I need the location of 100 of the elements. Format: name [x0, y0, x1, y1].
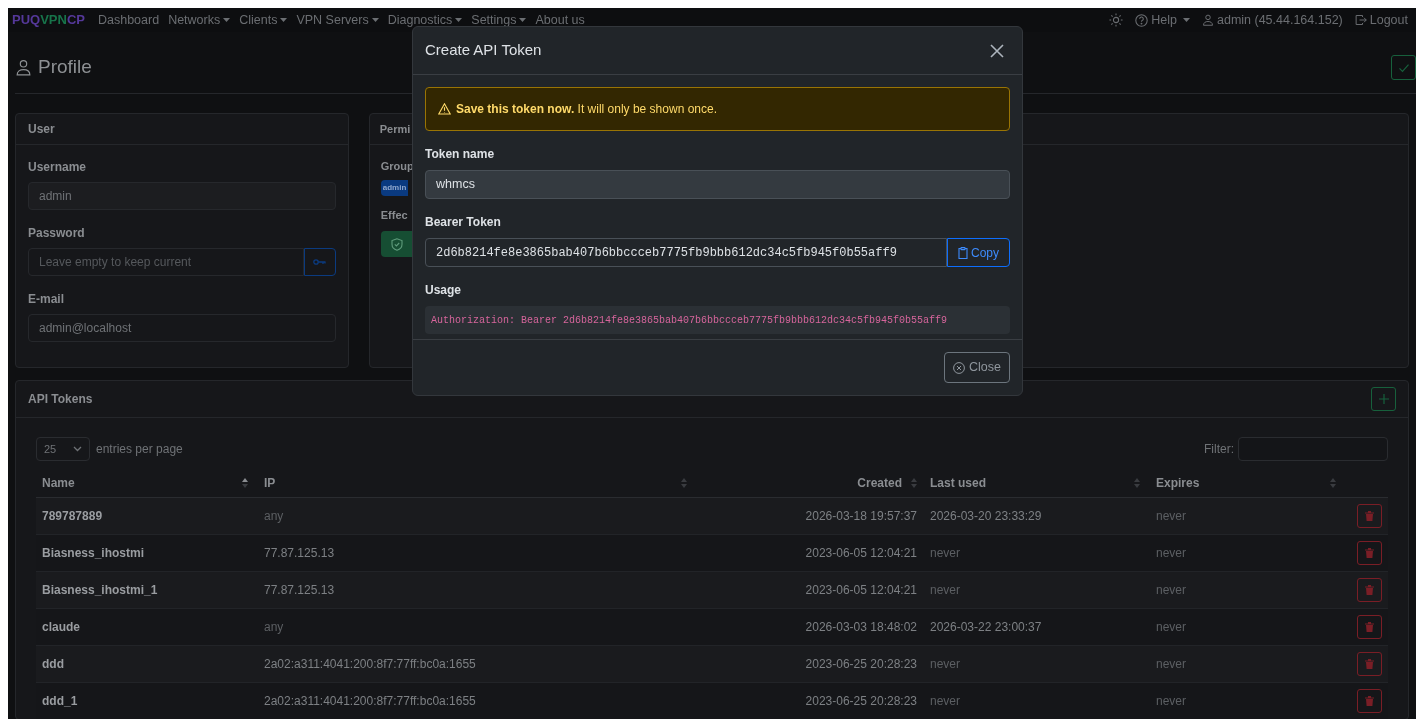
- table-cell-text: never: [1156, 693, 1187, 710]
- table-cell-text: 77.87.125.13: [264, 545, 335, 562]
- sun-icon[interactable]: [1109, 13, 1124, 27]
- delete-button[interactable]: [1357, 578, 1382, 602]
- field-label: Password: [28, 225, 86, 242]
- page-title: Profile: [38, 55, 92, 80]
- column-header[interactable]: Name: [42, 473, 75, 492]
- close-icon[interactable]: [990, 43, 1004, 58]
- trash-icon: [1365, 659, 1374, 669]
- nav-link[interactable]: Clients: [239, 10, 288, 30]
- field-label: Usage: [425, 282, 463, 299]
- caret-icon: [1183, 18, 1190, 22]
- warning-icon: [438, 103, 451, 115]
- table-cell-text: never: [930, 582, 961, 599]
- clipboard-icon: [958, 246, 968, 259]
- person-icon: [1202, 14, 1214, 26]
- nav-link[interactable]: Dashboard: [97, 10, 160, 30]
- column-header[interactable]: IP: [264, 473, 276, 492]
- nav-link[interactable]: Networks: [168, 10, 231, 30]
- token-name: Biasness_ihostmi: [42, 545, 145, 562]
- table-cell-text: 2026-03-20 23:33:29: [930, 508, 1042, 525]
- chevron-down-icon: [73, 446, 82, 452]
- table-cell-text: 2026-03-22 23:00:37: [930, 619, 1042, 636]
- save-button[interactable]: [1391, 55, 1416, 80]
- shield-icon: [390, 237, 403, 251]
- table-cell-text: never: [1156, 545, 1187, 562]
- field-label: Username: [28, 159, 88, 176]
- nav-link[interactable]: VPN Servers: [296, 10, 379, 30]
- table-cell-text: 77.87.125.13: [264, 582, 335, 599]
- person-icon: [15, 59, 32, 76]
- logout-icon: [1354, 14, 1367, 26]
- field-label: Bearer Token: [425, 214, 502, 231]
- trash-icon: [1365, 622, 1374, 632]
- close-button[interactable]: Close: [944, 352, 1010, 383]
- delete-button[interactable]: [1357, 615, 1382, 639]
- card-title: API Tokens: [28, 391, 93, 408]
- logout-link[interactable]: Logout: [1354, 10, 1408, 30]
- token-name: 789787889: [42, 508, 103, 525]
- filter-label: Filter:: [1204, 441, 1234, 458]
- brand-logo[interactable]: PUQVPNCP: [12, 10, 85, 30]
- delete-button[interactable]: [1357, 652, 1382, 676]
- table-cell-text: any: [264, 508, 284, 525]
- entries-label: entries per page: [96, 441, 183, 458]
- card-title: User: [28, 121, 55, 138]
- trash-icon: [1365, 511, 1374, 521]
- table-cell-text: 2023-06-25 20:28:23: [805, 656, 917, 673]
- field-label: Token name: [425, 146, 496, 163]
- usage-code: Authorization: Bearer 2d6b8214fe8e3865bab407b6bbccceb7775fb9bbb612dc34c5fb945f0b55aff9: [431, 313, 948, 328]
- column-header[interactable]: Expires: [1156, 473, 1200, 492]
- column-header[interactable]: Last used: [930, 473, 986, 492]
- table-cell-text: never: [1156, 508, 1187, 525]
- user-menu[interactable]: admin (45.44.164.152): [1202, 10, 1343, 30]
- add-token-button[interactable]: [1371, 387, 1396, 411]
- token-name: Biasness_ihostmi_1: [42, 582, 158, 599]
- table-cell-text: never: [1156, 619, 1187, 636]
- table-cell-text: 2023-06-05 12:04:21: [805, 545, 917, 562]
- table-row[interactable]: ddd 2a02:a311:4041:200:8f7:77ff:bc0a:1655 2023-06-25 20:28:23 never never: [36, 646, 1388, 683]
- password-field[interactable]: Leave empty to keep current: [28, 248, 304, 276]
- copy-button[interactable]: Copy: [947, 238, 1010, 267]
- token-name: ddd_1: [42, 693, 78, 710]
- question-icon: [1135, 13, 1149, 27]
- help-menu[interactable]: Help: [1135, 10, 1190, 30]
- token-name-field[interactable]: whmcs: [425, 170, 1010, 199]
- generate-password-button[interactable]: [303, 248, 336, 276]
- field-label: Group: [380, 159, 414, 174]
- plus-icon: [1378, 394, 1389, 404]
- nav-link[interactable]: Settings: [471, 10, 527, 30]
- table-cell-text: 2023-06-05 12:04:21: [805, 582, 917, 599]
- trash-icon: [1365, 585, 1374, 595]
- token-name: claude: [42, 619, 80, 636]
- table-cell-text: never: [1156, 656, 1187, 673]
- column-header[interactable]: Created: [857, 473, 902, 492]
- nav-link[interactable]: Diagnostics: [387, 10, 463, 30]
- table-cell-text: never: [930, 545, 961, 562]
- delete-button[interactable]: [1357, 504, 1382, 528]
- table-row[interactable]: 789787889 any 2026-03-18 19:57:37 2026-03-20 23:33:29 never: [36, 498, 1388, 535]
- email-field[interactable]: admin@localhost: [28, 314, 336, 342]
- page-size-select[interactable]: 25: [36, 437, 90, 461]
- table-cell-text: 2a02:a311:4041:200:8f7:77ff:bc0a:1655: [264, 656, 476, 673]
- token-name: ddd: [42, 656, 64, 673]
- trash-icon: [1365, 696, 1374, 706]
- alert-text: Save this token now. It will only be shown once.: [456, 101, 717, 118]
- username-field[interactable]: admin: [28, 182, 336, 210]
- nav-link[interactable]: About us: [535, 10, 585, 30]
- bearer-token-field[interactable]: 2d6b8214fe8e3865bab407b6bbccceb7775fb9bbb612dc34c5fb945f0b55aff9: [425, 238, 947, 267]
- table-cell-text: 2026-03-03 18:48:02: [805, 619, 917, 636]
- delete-button[interactable]: [1357, 541, 1382, 565]
- close-circle-icon: [953, 361, 966, 374]
- table-cell-text: never: [930, 656, 961, 673]
- table-row[interactable]: Biasness_ihostmi_1 77.87.125.13 2023-06-05 12:04:21 never never: [36, 572, 1388, 609]
- modal-title: Create API Token: [425, 40, 542, 61]
- group-badge: admin: [380, 179, 409, 196]
- filter-field[interactable]: [1238, 437, 1388, 461]
- delete-button[interactable]: [1357, 689, 1382, 713]
- table-cell-text: 2a02:a311:4041:200:8f7:77ff:bc0a:1655: [264, 693, 476, 710]
- trash-icon: [1365, 548, 1374, 558]
- table-cell-text: never: [930, 693, 961, 710]
- permission-button[interactable]: [380, 231, 413, 257]
- field-label: E-mail: [28, 291, 65, 308]
- sort-icon[interactable]: [242, 477, 248, 488]
